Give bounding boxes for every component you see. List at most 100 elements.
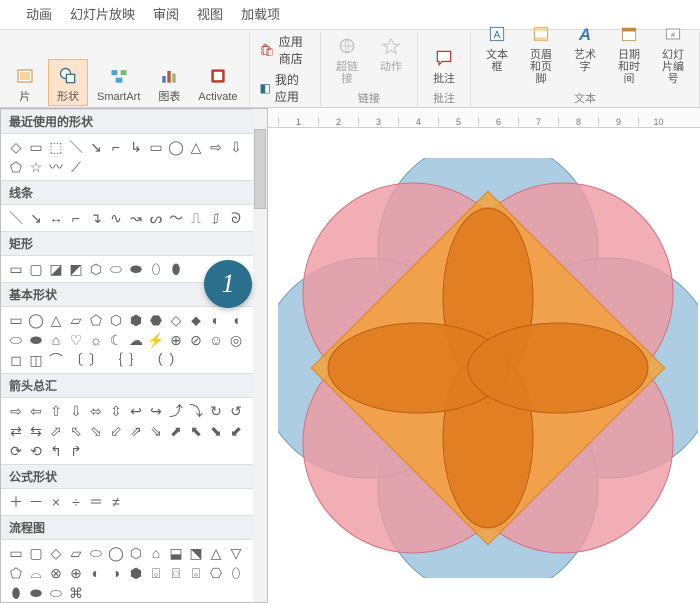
- tab-slideshow[interactable]: 幻灯片放映: [70, 4, 135, 23]
- bs10[interactable]: ⬥: [187, 311, 205, 329]
- line-double[interactable]: ↔: [47, 209, 65, 227]
- shape-arrowr[interactable]: ⇨: [207, 138, 225, 156]
- slideno-button[interactable]: # 幻灯片编号: [653, 17, 693, 88]
- line-straight[interactable]: ＼: [7, 209, 25, 227]
- myapps-button[interactable]: ◧ 我的应用: [256, 70, 314, 106]
- rect-snip1[interactable]: ◪: [47, 260, 65, 278]
- rect-snip2[interactable]: ◩: [67, 260, 85, 278]
- rect-snipround[interactable]: ⬡: [87, 260, 105, 278]
- ar9[interactable]: ⤴: [167, 402, 185, 420]
- fc2[interactable]: ▢: [27, 544, 45, 562]
- new-slide-button[interactable]: 片: [6, 59, 44, 106]
- bs29[interactable]: 〕: [87, 351, 105, 369]
- fc10[interactable]: ⬔: [187, 544, 205, 562]
- shape-diamond[interactable]: ◇: [7, 138, 25, 156]
- fm3[interactable]: ×: [47, 493, 65, 511]
- line-scribble[interactable]: 〜: [167, 209, 185, 227]
- fm6[interactable]: ≠: [107, 493, 125, 511]
- fc8[interactable]: ⌂: [147, 544, 165, 562]
- fc15[interactable]: ⊗: [47, 564, 65, 582]
- rect-round4[interactable]: ⬯: [147, 260, 165, 278]
- ar11[interactable]: ↻: [207, 402, 225, 420]
- fc28[interactable]: ⌘: [67, 584, 85, 602]
- bs31[interactable]: ｝: [127, 351, 145, 369]
- wordart-button[interactable]: A 艺术字: [565, 17, 605, 76]
- headerfooter-button[interactable]: 页眉和页脚: [521, 17, 561, 88]
- ar5[interactable]: ⬄: [87, 402, 105, 420]
- line-arrow[interactable]: ↘: [27, 209, 45, 227]
- rect-1[interactable]: ▭: [7, 260, 25, 278]
- ar3[interactable]: ⇧: [47, 402, 65, 420]
- appstore-button[interactable]: 🛍 应用商店: [256, 32, 314, 68]
- fc5[interactable]: ⬭: [87, 544, 105, 562]
- chart-button[interactable]: 图表: [149, 59, 189, 106]
- bs17[interactable]: ☼: [87, 331, 105, 349]
- fc4[interactable]: ▱: [67, 544, 85, 562]
- fc13[interactable]: ⬠: [7, 564, 25, 582]
- bs7[interactable]: ⬢: [127, 311, 145, 329]
- fc16[interactable]: ⊕: [67, 564, 85, 582]
- fc20[interactable]: ⌺: [147, 564, 165, 582]
- bs22[interactable]: ⊘: [187, 331, 205, 349]
- slide-canvas[interactable]: [268, 128, 700, 603]
- rect-round[interactable]: ▢: [27, 260, 45, 278]
- ar23[interactable]: ⬊: [207, 422, 225, 440]
- line-connector3[interactable]: ᘐ: [227, 209, 245, 227]
- flower-graphic[interactable]: [278, 158, 698, 578]
- hyperlink-button[interactable]: 超链接: [327, 29, 367, 88]
- bs21[interactable]: ⊕: [167, 331, 185, 349]
- ar24[interactable]: ⬋: [227, 422, 245, 440]
- fc19[interactable]: ⬢: [127, 564, 145, 582]
- fm5[interactable]: ＝: [87, 493, 105, 511]
- tab-view[interactable]: 视图: [197, 4, 223, 23]
- bs33[interactable]: ）: [167, 351, 185, 369]
- shape-elbow2[interactable]: ↳: [127, 138, 145, 156]
- shape-lineconn[interactable]: ↘: [87, 138, 105, 156]
- bs14[interactable]: ⬬: [27, 331, 45, 349]
- fc3[interactable]: ◇: [47, 544, 65, 562]
- fm1[interactable]: ＋: [7, 493, 25, 511]
- bs8[interactable]: ⬣: [147, 311, 165, 329]
- fc25[interactable]: ⬮: [7, 584, 25, 602]
- ar26[interactable]: ⟲: [27, 442, 45, 460]
- datetime-button[interactable]: 日期和时间: [609, 17, 649, 88]
- bs16[interactable]: ♡: [67, 331, 85, 349]
- shape-pentagon[interactable]: ⬠: [7, 158, 25, 176]
- bs23[interactable]: ☺: [207, 331, 225, 349]
- fc11[interactable]: △: [207, 544, 225, 562]
- scroll-thumb[interactable]: [254, 129, 266, 209]
- line-elbow[interactable]: ⌐: [67, 209, 85, 227]
- bs13[interactable]: ⬭: [7, 331, 25, 349]
- ar28[interactable]: ↱: [67, 442, 85, 460]
- shape-textbox[interactable]: ▭: [27, 138, 45, 156]
- bs4[interactable]: ▱: [67, 311, 85, 329]
- ar7[interactable]: ↩: [127, 402, 145, 420]
- bs28[interactable]: 〔: [67, 351, 85, 369]
- fc12[interactable]: ▽: [227, 544, 245, 562]
- fc18[interactable]: ◑: [107, 564, 125, 582]
- bs1[interactable]: ▭: [7, 311, 25, 329]
- ar15[interactable]: ⬀: [47, 422, 65, 440]
- bs32[interactable]: （: [147, 351, 165, 369]
- comment-button[interactable]: 批注: [424, 41, 464, 88]
- ar2[interactable]: ⇦: [27, 402, 45, 420]
- fc6[interactable]: ◯: [107, 544, 125, 562]
- ar10[interactable]: ⤵: [187, 402, 205, 420]
- ar27[interactable]: ↰: [47, 442, 65, 460]
- fc27[interactable]: ⬭: [47, 584, 65, 602]
- line-connector[interactable]: ⎍: [187, 209, 205, 227]
- shape-textbox2[interactable]: ⬚: [47, 138, 65, 156]
- shapes-button[interactable]: 形状: [48, 59, 88, 106]
- ar21[interactable]: ⬈: [167, 422, 185, 440]
- fc21[interactable]: ⌼: [167, 564, 185, 582]
- shape-curve[interactable]: 〰: [47, 158, 65, 176]
- ar12[interactable]: ↺: [227, 402, 245, 420]
- fm2[interactable]: －: [27, 493, 45, 511]
- shapes-scrollbar[interactable]: [253, 109, 267, 602]
- ar18[interactable]: ⬃: [107, 422, 125, 440]
- shape-star[interactable]: ☆: [27, 158, 45, 176]
- tab-animation[interactable]: 动画: [26, 4, 52, 23]
- ar22[interactable]: ⬉: [187, 422, 205, 440]
- tab-review[interactable]: 审阅: [153, 4, 179, 23]
- line-free[interactable]: ᔕ: [147, 209, 165, 227]
